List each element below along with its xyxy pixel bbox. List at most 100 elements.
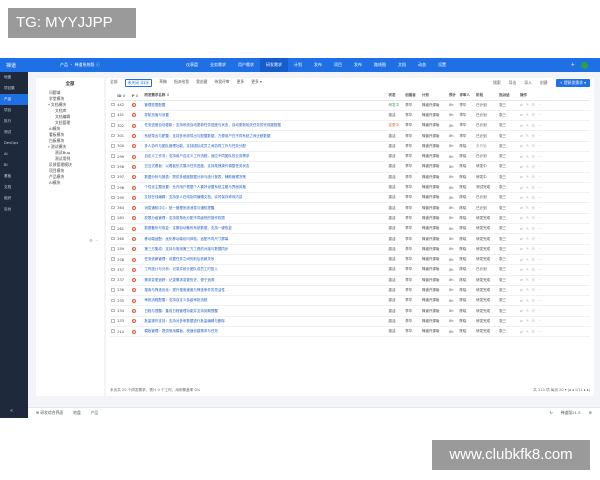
story-title[interactable]: 移动端适配：优化移动端访问体验，适配不同尺寸屏幕 xyxy=(143,233,375,245)
filter-tab[interactable]: 指派给我 xyxy=(174,79,189,87)
bottom-tab[interactable]: ⊞ 研发综合界面 xyxy=(36,410,63,416)
row-actions[interactable]: ⇄ ✎ ⎘ ⋯ xyxy=(518,295,590,307)
table-row[interactable]: 263 1 权限分级管理：支持按角色分配不同级别的操作权限 激活 李华 禅道开源版 0h 陈晓… xyxy=(110,213,590,225)
filter-tab[interactable]: 待我评审 xyxy=(214,79,229,87)
table-row[interactable]: 260 1 移动端适配：优化移动端访问体验，适配不同尺寸屏幕 激活 李华 禅道开源版 0h 陈… xyxy=(110,233,590,245)
row-actions[interactable]: ⇄ ✎ ⎘ ⋯ xyxy=(518,275,590,286)
column-header[interactable]: ID ⇕ xyxy=(116,92,131,101)
row-actions[interactable]: ⇄ ✎ ⎘ ⋯ xyxy=(518,192,590,204)
nav-item[interactable]: 文档 xyxy=(392,58,412,72)
table-row[interactable]: 302 1 任务进度自动更新：支持系统自动更新任务进度与状态，自动更新相关任务的完成… xyxy=(110,120,590,132)
filter-action[interactable]: 创建 xyxy=(540,80,548,86)
brand-logo[interactable]: 禅道 xyxy=(6,62,16,69)
table-row[interactable]: 257 1 工时统计与分析：记录并统计团队成员工时投入 激活 李华 禅道开源版 0h 陈晓 已计… xyxy=(110,264,590,276)
row-checkbox[interactable] xyxy=(111,133,115,138)
table-row[interactable]: 441 1 导航页面与设置 激活 李华 禅道开源版 0h 李华 已计划 张三 ⇄ ✎ ⎘ ⋯ xyxy=(110,110,590,122)
story-title[interactable]: 模板管理：提供常用模板，快速创建需求与任务 xyxy=(143,326,375,338)
table-row[interactable]: 298 1 交互式看板：以看板形式展示任务进度，支持拖拽操作调整任务状态 激活 李华 禅道… xyxy=(110,161,590,173)
row-actions[interactable]: ⇄ ✎ ⎘ ⋯ xyxy=(518,120,590,132)
nav-item[interactable]: 路线图 xyxy=(368,58,392,72)
row-checkbox[interactable] xyxy=(111,123,115,127)
column-header[interactable]: 创建者 xyxy=(404,92,421,101)
row-checkbox[interactable] xyxy=(111,144,115,148)
filter-tab[interactable]: 更多 ▾ xyxy=(251,79,262,87)
story-title[interactable]: 审批流程配置：支持自定义多级审批流程 xyxy=(143,295,375,307)
filter-tab[interactable]: 草稿 xyxy=(159,79,167,87)
sidebar-item[interactable]: 组织 xyxy=(0,193,28,204)
row-actions[interactable]: ⇄ ✎ ⎘ ⋯ xyxy=(518,213,590,225)
story-title[interactable]: 多人协作与团队管理功能，支持团队成员之间协同工作与任务分配 xyxy=(143,141,375,152)
story-title[interactable]: 交互式看板：以看板形式展示任务进度，支持拖拽操作调整任务状态 xyxy=(143,161,375,173)
column-header[interactable]: 状态 xyxy=(387,92,405,101)
story-title[interactable]: 工时统计与分析：记录并统计团队成员工时投入 xyxy=(143,264,375,276)
nav-item[interactable]: 计划 xyxy=(288,58,308,72)
table-row[interactable]: 261 1 数据备份与恢复：定期自动备份系统数据，支持一键恢复 激活 李华 禅道开源版 0h… xyxy=(110,223,590,235)
table-row[interactable]: 297 1 数据分析与报表：提供多维度数据分析与统计报表，辅助管理决策 激活 李华 禅道开… xyxy=(110,172,590,183)
row-actions[interactable]: ⇄ ✎ ⎘ ⋯ xyxy=(518,244,590,255)
row-actions[interactable]: ⇄ ✎ ⎘ ⋯ xyxy=(518,233,590,245)
row-checkbox[interactable] xyxy=(111,216,115,220)
row-checkbox[interactable] xyxy=(111,195,115,200)
story-title[interactable]: 搜索与筛选优化：提升搜索速度与筛选条件的灵活性 xyxy=(143,285,375,297)
bottom-tab[interactable]: 产品 xyxy=(91,410,99,416)
table-row[interactable]: 235 1 审批流程配置：支持自定义多级审批流程 激活 李华 禅道开源版 0h 陈晓 研发完成张… xyxy=(110,295,590,307)
story-title[interactable]: 系统导出与配置：支持多系统导出与配置数据，方便用户在不同系统之间迁移数据 xyxy=(143,130,375,142)
row-checkbox[interactable] xyxy=(111,319,115,323)
bottom-tab[interactable]: 地盘 xyxy=(73,410,81,416)
row-checkbox[interactable] xyxy=(111,288,115,292)
sidebar-item[interactable]: 产品 xyxy=(0,94,28,105)
row-actions[interactable]: ⇄ ✎ ⎘ ⋯ xyxy=(518,151,590,163)
story-title[interactable]: 批量操作支持：支持对多条数据进行批量编辑与删除 xyxy=(143,316,375,328)
tree-node[interactable]: AI模块 xyxy=(36,180,104,186)
column-header[interactable]: 研发需求名称 ⇕ xyxy=(143,92,375,101)
column-header[interactable]: 计划 xyxy=(420,92,449,101)
column-header[interactable]: 指派给 xyxy=(498,92,515,101)
story-title[interactable]: 日程与提醒：集成日程管理功能并支持到期提醒 xyxy=(143,305,375,317)
story-title[interactable]: 任务进度自动更新：支持系统自动更新任务进度与状态，自动更新相关任务的完成度数据 xyxy=(143,120,375,132)
pagination[interactable]: 共 213 项 每页 20 ▾ |◂ ◂ 1/11 ▸ ▸| xyxy=(533,388,590,394)
nav-item[interactable]: 发布 xyxy=(348,58,368,72)
table-row[interactable]: 301 1 系统导出与配置：支持多系统导出与配置数据，方便用户在不同系统之间迁移数据… xyxy=(110,130,590,142)
row-actions[interactable]: ⇄ ✎ ⎘ ⋯ xyxy=(518,141,590,152)
story-title[interactable]: 第三方集成：支持与常用第三方工具的对接与数据同步 xyxy=(143,244,375,255)
story-title[interactable]: 导航页面与设置 xyxy=(143,110,375,122)
row-checkbox[interactable] xyxy=(111,277,115,282)
story-title[interactable]: 数据备份与恢复：定期自动备份系统数据，支持一键恢复 xyxy=(143,223,375,235)
filter-action[interactable]: 导入 xyxy=(524,80,532,86)
story-title[interactable]: 消息通知中心：统一管理系统消息与通知提醒 xyxy=(143,202,375,214)
nav-item[interactable]: 发布 xyxy=(308,58,328,72)
nav-item[interactable]: 研发需求 xyxy=(260,58,288,72)
avatar[interactable] xyxy=(581,62,588,69)
row-actions[interactable]: ⇄ ✎ ⎘ ⋯ xyxy=(518,305,590,317)
row-checkbox[interactable] xyxy=(111,205,115,210)
tree-settings-icon[interactable]: ⚙ ⋯ xyxy=(89,238,98,243)
table-row[interactable]: 299 1 自定义工作流：支持用户自定义工作流程，适应不同团队的业务需求 激活 李华 禅道… xyxy=(110,151,590,163)
bottom-action[interactable]: ⚙ xyxy=(589,410,592,416)
nav-item[interactable]: 动态 xyxy=(412,58,432,72)
column-header[interactable]: 阶段 xyxy=(475,92,499,101)
table-row[interactable]: 233 1 批量操作支持：支持对多条数据进行批量编辑与删除 激活 李华 禅道开源版 0h 陈晓… xyxy=(110,316,590,328)
row-actions[interactable]: ⇄ ✎ ⎘ ⋯ xyxy=(518,100,590,111)
row-checkbox[interactable] xyxy=(111,102,115,107)
row-checkbox[interactable] xyxy=(111,247,115,251)
row-checkbox[interactable] xyxy=(111,257,115,261)
row-checkbox[interactable] xyxy=(111,164,115,169)
sidebar-item[interactable]: 后台 xyxy=(0,204,28,215)
filter-tab[interactable]: 更多 xyxy=(237,79,245,87)
sidebar-item[interactable]: 测试 xyxy=(0,127,28,138)
row-actions[interactable]: ⇄ ✎ ⎘ ⋯ xyxy=(518,110,590,122)
row-actions[interactable]: ⇄ ✎ ⎘ ⋯ xyxy=(518,172,590,183)
tree-title[interactable]: 全部 xyxy=(36,78,104,90)
table-row[interactable]: 442 1 管理权限配置 研发中 李华 禅道开源版 0h 李华 已计划 张三 ⇄ ✎ ⎘ ⋯ xyxy=(110,100,590,111)
story-title[interactable]: 任务依赖管理：设置任务之间的前后依赖关系 xyxy=(143,254,375,266)
row-checkbox[interactable] xyxy=(111,226,115,230)
row-actions[interactable]: ⇄ ✎ ⎘ ⋯ xyxy=(518,285,590,297)
row-checkbox[interactable] xyxy=(111,236,115,241)
sidebar-item[interactable]: AI xyxy=(0,149,28,160)
sidebar-item[interactable]: 项目 xyxy=(0,105,28,116)
row-checkbox[interactable] xyxy=(111,267,115,272)
sidebar-item[interactable]: 看板 xyxy=(0,171,28,182)
column-header[interactable]: 预计 xyxy=(448,92,459,101)
story-title[interactable]: 自定义工作流：支持用户自定义工作流程，适应不同团队的业务需求 xyxy=(143,151,375,163)
sidebar-item[interactable]: 地盘 xyxy=(0,72,28,83)
